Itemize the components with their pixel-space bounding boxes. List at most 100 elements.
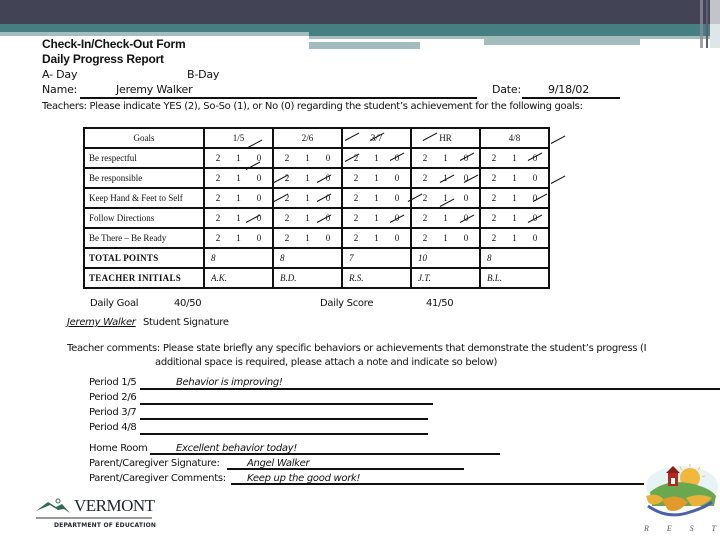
rating-0[interactable]: 0: [321, 233, 335, 243]
rating-cell[interactable]: 210: [410, 227, 481, 249]
rating-cell[interactable]: 210: [203, 227, 274, 249]
rating-1[interactable]: 1: [232, 233, 246, 243]
rating-0[interactable]: 0: [390, 173, 404, 183]
rating-0[interactable]: 0: [252, 173, 266, 183]
rating-1[interactable]: 1: [301, 173, 315, 183]
rating-2[interactable]: 2: [349, 173, 363, 183]
rating-0[interactable]: 0: [252, 233, 266, 243]
parent-signature-underline: [227, 468, 464, 470]
rating-2[interactable]: 2: [211, 213, 225, 223]
rating-cell[interactable]: 210: [479, 147, 550, 169]
rating-0[interactable]: 0: [390, 233, 404, 243]
rating-0[interactable]: 0: [459, 233, 473, 243]
rating-1[interactable]: 1: [439, 233, 453, 243]
rating-1[interactable]: 1: [232, 213, 246, 223]
rest-logo: R E S T: [640, 462, 720, 540]
rating-cell[interactable]: 210: [272, 227, 343, 249]
rating-cell[interactable]: 210: [203, 147, 274, 169]
rating-1[interactable]: 1: [232, 193, 246, 203]
rating-2[interactable]: 2: [487, 233, 501, 243]
rating-1[interactable]: 1: [370, 233, 384, 243]
b-day-label[interactable]: B-Day: [187, 68, 219, 81]
rating-2[interactable]: 2: [280, 153, 294, 163]
rating-2[interactable]: 2: [280, 213, 294, 223]
rating-1[interactable]: 1: [370, 193, 384, 203]
rating-0[interactable]: 0: [459, 193, 473, 203]
rating-2[interactable]: 2: [211, 193, 225, 203]
rating-cell[interactable]: 210: [203, 167, 274, 189]
rating-cell[interactable]: 210: [272, 207, 343, 229]
rating-1[interactable]: 1: [232, 153, 246, 163]
rating-1[interactable]: 1: [508, 173, 522, 183]
rating-2[interactable]: 2: [211, 153, 225, 163]
rating-cell[interactable]: 210: [341, 167, 412, 189]
period-1-5-comment[interactable]: Behavior is improving!: [176, 377, 283, 388]
rating-1[interactable]: 1: [508, 233, 522, 243]
rating-2[interactable]: 2: [487, 173, 501, 183]
rating-2[interactable]: 2: [487, 213, 501, 223]
total-points-value[interactable]: 8: [203, 247, 274, 269]
total-points-value[interactable]: 8: [272, 247, 343, 269]
rating-2[interactable]: 2: [349, 193, 363, 203]
rating-1[interactable]: 1: [232, 173, 246, 183]
student-signature-label: Student Signature: [143, 317, 229, 328]
teacher-initials-value[interactable]: J.T.: [410, 267, 481, 289]
date-value[interactable]: 9/18/02: [548, 83, 589, 96]
rating-1[interactable]: 1: [301, 153, 315, 163]
rating-1[interactable]: 1: [508, 153, 522, 163]
total-points-value[interactable]: 7: [341, 247, 412, 269]
rating-2[interactable]: 2: [418, 213, 432, 223]
header-accent-strip: [309, 42, 420, 49]
rating-0[interactable]: 0: [321, 153, 335, 163]
rating-cell[interactable]: 210: [479, 207, 550, 229]
rating-1[interactable]: 1: [439, 213, 453, 223]
rating-2[interactable]: 2: [487, 153, 501, 163]
rating-cell[interactable]: 210: [203, 187, 274, 209]
rating-2[interactable]: 2: [349, 233, 363, 243]
rating-1[interactable]: 1: [301, 213, 315, 223]
rating-1[interactable]: 1: [301, 233, 315, 243]
rating-2[interactable]: 2: [487, 193, 501, 203]
rating-1[interactable]: 1: [370, 173, 384, 183]
rating-cell[interactable]: 210: [341, 207, 412, 229]
rating-cell[interactable]: 210: [410, 207, 481, 229]
rating-1[interactable]: 1: [301, 193, 315, 203]
rating-cell[interactable]: 210: [479, 167, 550, 189]
rating-0[interactable]: 0: [252, 193, 266, 203]
rating-2[interactable]: 2: [349, 213, 363, 223]
rating-0[interactable]: 0: [528, 173, 542, 183]
rating-cell[interactable]: 210: [410, 187, 481, 209]
rating-cell[interactable]: 210: [341, 227, 412, 249]
rating-2[interactable]: 2: [418, 173, 432, 183]
a-day-label[interactable]: A- Day: [42, 68, 77, 81]
rating-cell[interactable]: 210: [410, 147, 481, 169]
total-points-value[interactable]: 8: [479, 247, 550, 269]
teacher-initials-value[interactable]: B.L.: [479, 267, 550, 289]
rating-cell[interactable]: 210: [479, 227, 550, 249]
teacher-initials-value[interactable]: R.S.: [341, 267, 412, 289]
name-value[interactable]: Jeremy Walker: [116, 83, 193, 96]
rating-2[interactable]: 2: [418, 233, 432, 243]
rating-0[interactable]: 0: [390, 193, 404, 203]
rating-1[interactable]: 1: [508, 213, 522, 223]
rating-2[interactable]: 2: [280, 233, 294, 243]
rating-cell[interactable]: 210: [272, 187, 343, 209]
rating-2[interactable]: 2: [211, 233, 225, 243]
rating-1[interactable]: 1: [370, 213, 384, 223]
rating-0[interactable]: 0: [528, 233, 542, 243]
rest-letter: E: [666, 524, 672, 533]
rating-cell[interactable]: 210: [203, 207, 274, 229]
date-underline: [522, 97, 620, 99]
student-signature-value[interactable]: Jeremy Walker: [67, 317, 136, 328]
rating-1[interactable]: 1: [508, 193, 522, 203]
teacher-initials-value[interactable]: A.K.: [203, 267, 274, 289]
rating-2[interactable]: 2: [418, 153, 432, 163]
rating-2[interactable]: 2: [211, 173, 225, 183]
rating-cell[interactable]: 210: [341, 187, 412, 209]
total-points-value[interactable]: 10: [410, 247, 481, 269]
rating-1[interactable]: 1: [439, 153, 453, 163]
teacher-initials-value[interactable]: B.D.: [272, 267, 343, 289]
rating-cell[interactable]: 210: [272, 147, 343, 169]
rest-letter: R: [644, 524, 649, 533]
rating-1[interactable]: 1: [370, 153, 384, 163]
